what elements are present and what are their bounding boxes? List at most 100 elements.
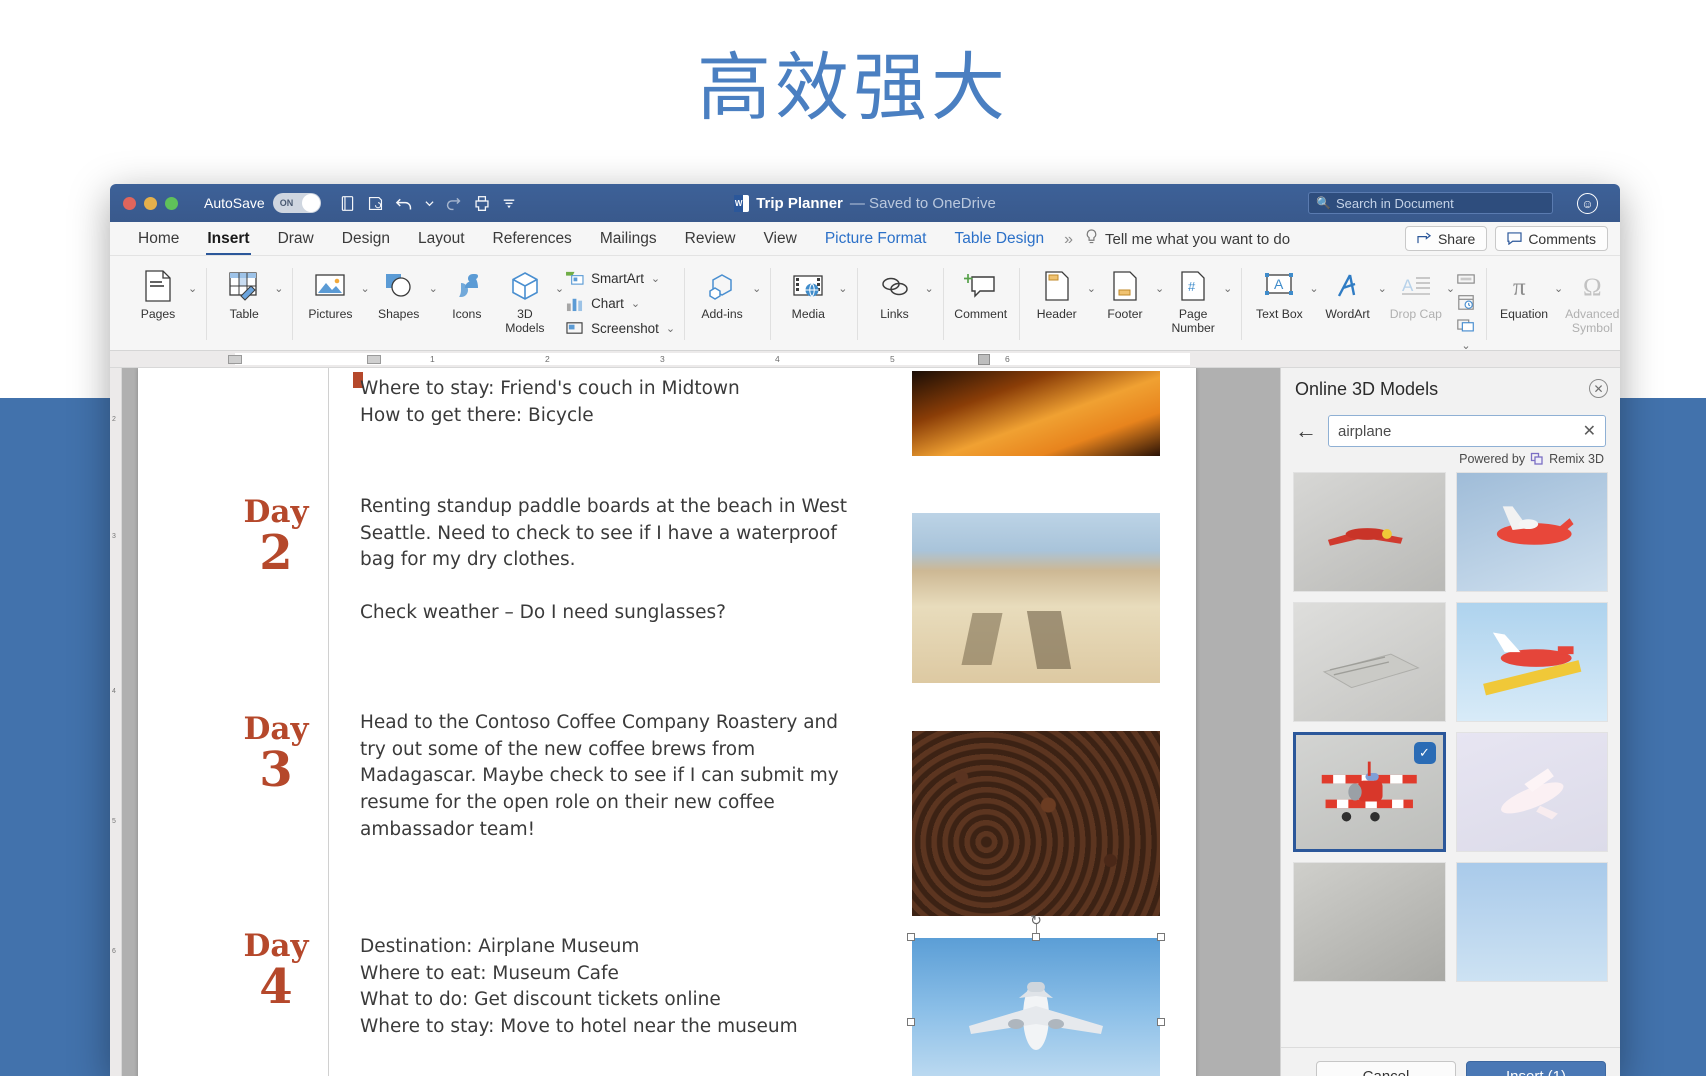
- print-icon[interactable]: [473, 195, 491, 212]
- 3d-models-chevron-down-icon[interactable]: ⌄: [555, 282, 564, 295]
- clear-search-icon[interactable]: ✕: [1583, 421, 1596, 441]
- airplane-photo[interactable]: ↻: [912, 938, 1160, 1076]
- model-thumb-2[interactable]: [1456, 472, 1609, 592]
- pictures-chevron-down-icon[interactable]: ⌄: [360, 282, 369, 295]
- vertical-ruler[interactable]: 2 3 4 5 6: [110, 368, 122, 1076]
- entry-3-paragraph[interactable]: Destination: Airplane Museum Where to ea…: [360, 934, 860, 1041]
- cancel-button[interactable]: Cancel: [1316, 1061, 1456, 1076]
- customize-toolbar-icon[interactable]: [502, 196, 516, 210]
- beach-photo[interactable]: [912, 513, 1160, 683]
- tab-table-design[interactable]: Table Design: [940, 230, 1058, 255]
- model-thumb-6[interactable]: [1456, 732, 1609, 852]
- close-window-button[interactable]: [123, 197, 136, 210]
- tab-view[interactable]: View: [750, 230, 811, 255]
- ribbon-table-button[interactable]: Table: [215, 262, 273, 322]
- minimize-window-button[interactable]: [144, 197, 157, 210]
- shapes-chevron-down-icon[interactable]: ⌄: [429, 282, 438, 295]
- tab-insert[interactable]: Insert: [193, 230, 263, 255]
- entry-1-paragraph[interactable]: Renting standup paddle boards at the bea…: [360, 494, 860, 627]
- ribbon-links-button[interactable]: Links: [866, 262, 924, 322]
- text-box-chevron-down-icon[interactable]: ⌄: [1309, 282, 1318, 295]
- ribbon-wordart-button[interactable]: WordArt: [1319, 262, 1377, 322]
- model-thumb-8[interactable]: [1456, 862, 1609, 982]
- undo-icon[interactable]: [395, 195, 414, 212]
- feedback-smiley-icon[interactable]: ☺: [1577, 193, 1598, 214]
- undo-dropdown-icon[interactable]: [425, 199, 434, 208]
- back-arrow-icon[interactable]: ←: [1295, 420, 1317, 442]
- wordart-chevron-down-icon[interactable]: ⌄: [1378, 282, 1387, 295]
- ribbon-screenshot-button[interactable]: Screenshot ⌄: [564, 319, 675, 337]
- page-number-chevron-down-icon[interactable]: ⌄: [1223, 282, 1232, 295]
- ribbon-header-button[interactable]: Header: [1028, 262, 1086, 322]
- model-thumb-5[interactable]: ✓: [1293, 732, 1446, 852]
- entry-0-paragraph[interactable]: Where to stay: Friend's couch in Midtown…: [360, 376, 860, 429]
- media-chevron-down-icon[interactable]: ⌄: [838, 282, 847, 295]
- tab-draw[interactable]: Draw: [264, 230, 328, 255]
- close-pane-icon[interactable]: ✕: [1589, 379, 1608, 398]
- ribbon-page-number-button[interactable]: # Page Number: [1164, 262, 1222, 335]
- model-thumb-4[interactable]: [1456, 602, 1609, 722]
- ribbon-shapes-button[interactable]: Shapes: [370, 262, 428, 322]
- text-from-file-icon[interactable]: [1455, 270, 1477, 288]
- drop-cap-chevron-down-icon[interactable]: ⌄: [1446, 282, 1455, 295]
- autosave-toggle[interactable]: ON: [273, 193, 321, 213]
- ribbon-equation-button[interactable]: π Equation: [1495, 262, 1553, 322]
- ribbon-3d-models-button[interactable]: 3D Models: [496, 262, 554, 335]
- entry-2-paragraph[interactable]: Head to the Contoso Coffee Company Roast…: [360, 710, 860, 843]
- ribbon-comment-button[interactable]: Comment: [952, 262, 1010, 322]
- ribbon-media-button[interactable]: Media: [779, 262, 837, 322]
- tab-references[interactable]: References: [479, 230, 586, 255]
- ribbon-footer-button[interactable]: Footer: [1096, 262, 1154, 322]
- ribbon-pictures-button[interactable]: Pictures: [301, 262, 359, 322]
- tab-design[interactable]: Design: [328, 230, 404, 255]
- tab-layout[interactable]: Layout: [404, 230, 479, 255]
- redo-icon[interactable]: [445, 195, 462, 212]
- autosave-control[interactable]: AutoSave ON: [204, 193, 321, 213]
- ribbon-chart-button[interactable]: Chart ⌄: [564, 294, 675, 312]
- ribbon-drop-cap-button[interactable]: A Drop Cap: [1387, 262, 1445, 322]
- ribbon-icons-button[interactable]: Icons: [438, 262, 496, 322]
- model-thumb-7[interactable]: [1293, 862, 1446, 982]
- share-button[interactable]: Share: [1405, 226, 1487, 251]
- tell-me-box[interactable]: Tell me what you want to do: [1081, 229, 1290, 255]
- window-controls[interactable]: [123, 197, 178, 210]
- ribbon-advanced-symbol-button[interactable]: Ω Advanced Symbol: [1563, 262, 1620, 335]
- tab-mailings[interactable]: Mailings: [586, 230, 671, 255]
- horizontal-ruler[interactable]: 1 2 3 4 5 6: [110, 351, 1620, 368]
- table-chevron-down-icon[interactable]: ⌄: [274, 282, 283, 295]
- smartart-chevron-down-icon[interactable]: ⌄: [651, 272, 660, 285]
- coffee-beans-photo[interactable]: [912, 731, 1160, 916]
- quick-access-toolbar[interactable]: [339, 195, 516, 212]
- date-time-icon[interactable]: [1455, 293, 1477, 311]
- maximize-window-button[interactable]: [165, 197, 178, 210]
- header-chevron-down-icon[interactable]: ⌄: [1087, 282, 1096, 295]
- ribbon-smartart-button[interactable]: SmartArt ⌄: [564, 269, 675, 287]
- insert-button[interactable]: Insert (1): [1466, 1061, 1606, 1076]
- ribbon-text-box-button[interactable]: A Text Box: [1250, 262, 1308, 322]
- new-doc-icon[interactable]: [339, 195, 356, 212]
- handle-mid-right[interactable]: [1157, 1018, 1165, 1026]
- model-thumb-3[interactable]: [1293, 602, 1446, 722]
- rotate-handle-icon[interactable]: ↻: [1030, 912, 1042, 929]
- ribbon-addins-button[interactable]: Add-ins: [693, 262, 751, 322]
- model-thumb-1[interactable]: [1293, 472, 1446, 592]
- handle-top-right[interactable]: [1157, 933, 1165, 941]
- model-search-input[interactable]: airplane ✕: [1328, 415, 1606, 447]
- more-tabs-icon[interactable]: »: [1058, 231, 1081, 255]
- equation-chevron-down-icon[interactable]: ⌄: [1554, 282, 1563, 295]
- pages-chevron-down-icon[interactable]: ⌄: [188, 282, 197, 295]
- chart-chevron-down-icon[interactable]: ⌄: [631, 297, 640, 310]
- tab-picture-format[interactable]: Picture Format: [811, 230, 941, 255]
- handle-top-left[interactable]: [907, 933, 915, 941]
- right-indent-marker[interactable]: [978, 354, 990, 365]
- links-chevron-down-icon[interactable]: ⌄: [925, 282, 934, 295]
- handle-mid-left[interactable]: [907, 1018, 915, 1026]
- handle-top-center[interactable]: [1032, 933, 1040, 941]
- first-line-indent-marker[interactable]: [367, 355, 381, 364]
- tab-review[interactable]: Review: [671, 230, 750, 255]
- concert-photo[interactable]: [912, 371, 1160, 456]
- addins-chevron-down-icon[interactable]: ⌄: [752, 282, 761, 295]
- search-input[interactable]: 🔍 Search in Document: [1308, 192, 1553, 214]
- left-indent-marker[interactable]: [228, 355, 242, 364]
- comments-button[interactable]: Comments: [1495, 226, 1608, 251]
